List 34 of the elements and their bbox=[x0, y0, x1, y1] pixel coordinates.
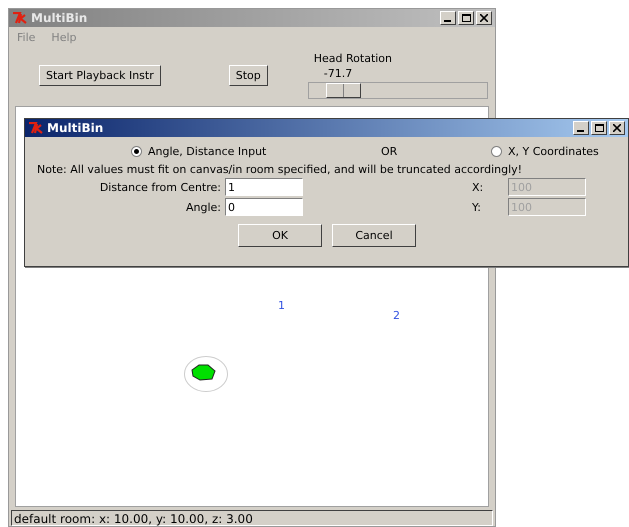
field-label: X: bbox=[471, 180, 484, 194]
canvas-label: 1 bbox=[278, 299, 285, 312]
canvas-label: 2 bbox=[393, 309, 400, 322]
field-label: Distance from Centre: bbox=[98, 180, 222, 194]
dialog-button[interactable]: OK bbox=[238, 224, 322, 247]
maximize-icon bbox=[462, 14, 470, 22]
tk-logo-icon bbox=[12, 12, 28, 24]
close-icon bbox=[613, 124, 621, 132]
maximize-icon bbox=[594, 124, 604, 132]
radio-button[interactable] bbox=[491, 146, 502, 156]
start-playback-button[interactable]: Start Playback Instr bbox=[39, 65, 161, 86]
stop-button[interactable]: Stop bbox=[228, 65, 268, 86]
radio-label[interactable]: Angle, Distance Input bbox=[148, 144, 266, 158]
radio-label[interactable]: X, Y Coordinates bbox=[508, 144, 599, 158]
slider-label: Head Rotation bbox=[312, 52, 394, 65]
slider-reading: -71.7 bbox=[322, 67, 354, 80]
field-label: Angle: bbox=[184, 200, 222, 214]
field-label: Y: bbox=[471, 200, 482, 214]
close-button[interactable] bbox=[609, 121, 625, 135]
tk-logo-icon bbox=[28, 122, 44, 134]
minimize-button[interactable] bbox=[573, 121, 589, 135]
slider-thumb[interactable] bbox=[326, 83, 361, 98]
text-field[interactable]: 0 bbox=[225, 198, 303, 216]
radio-button[interactable] bbox=[131, 146, 142, 156]
or-label: OR bbox=[381, 144, 398, 158]
dialog-button[interactable]: Cancel bbox=[332, 224, 416, 247]
head-drawing bbox=[183, 355, 229, 393]
window-title: MultiBin bbox=[47, 121, 104, 135]
window-title: MultiBin bbox=[31, 11, 88, 25]
text-field[interactable]: 1 bbox=[225, 178, 303, 196]
note-text: Note: All values must fit on canvas/in room specified, and will be truncated accordingly! bbox=[36, 162, 524, 176]
close-icon bbox=[480, 14, 488, 22]
status-bar: default room: x: 10.00, y: 10.00, z: 3.00 bbox=[11, 510, 493, 526]
maximize-button[interactable] bbox=[591, 121, 607, 135]
